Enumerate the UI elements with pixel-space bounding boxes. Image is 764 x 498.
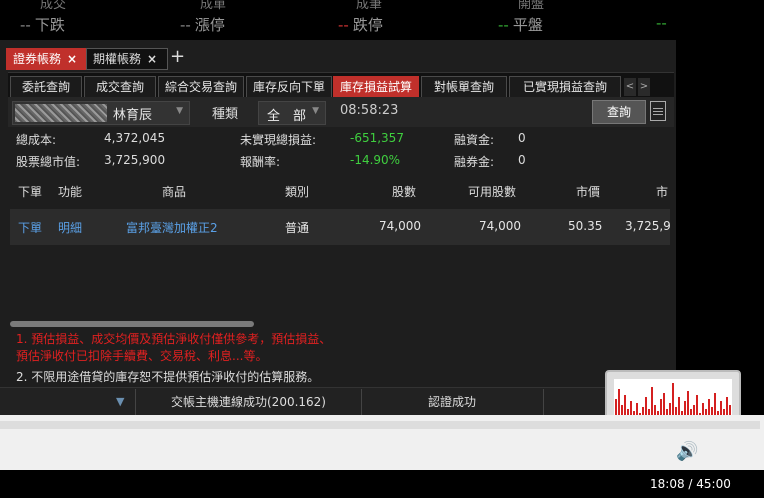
- ticker-dash: --: [20, 16, 31, 34]
- query-bar: 林育辰 ▼ 種類 全 部 ▼ 08:58:23 查詢: [8, 97, 674, 127]
- tab-options-account[interactable]: 期權帳務 ×: [86, 48, 168, 70]
- account-select[interactable]: 林育辰 ▼: [12, 101, 190, 125]
- order-link[interactable]: 下單: [18, 219, 42, 236]
- ticker-dash: --: [338, 16, 349, 34]
- ticker-header: 成筆: [356, 0, 383, 12]
- note-line: 2. 不限用途借貸的庫存恕不提供預估淨收付的估算服務。: [16, 370, 320, 384]
- chevron-right-icon[interactable]: >: [638, 78, 650, 96]
- detail-link[interactable]: 明細: [58, 219, 82, 236]
- right-gutter: [676, 0, 764, 415]
- note-line: 1. 預估損益、成交均價及預估淨收付僅供參考，預估損益、: [16, 332, 332, 346]
- return-label: 報酬率:: [240, 155, 281, 169]
- tab-securities-account[interactable]: 證券帳務 ×: [6, 48, 88, 70]
- tab-fill-query[interactable]: 成交查詢: [84, 76, 156, 98]
- query-time: 08:58:23: [340, 103, 399, 118]
- kind-label: 種類: [212, 107, 239, 122]
- col-header-function[interactable]: 功能: [58, 183, 82, 200]
- kind-select[interactable]: 全 部 ▼: [258, 101, 326, 125]
- ticker-header: 成單: [200, 0, 227, 12]
- tab-label: 期權帳務: [93, 52, 142, 66]
- ticker-label: 漲停: [194, 16, 225, 34]
- speaker-icon[interactable]: 🔊: [676, 441, 698, 462]
- auth-status: 認證成功: [361, 389, 544, 415]
- col-header-category[interactable]: 類別: [285, 183, 309, 200]
- margin-value: 0: [518, 131, 526, 145]
- short-value: 0: [518, 153, 526, 167]
- product-link[interactable]: 富邦臺灣加權正2: [126, 219, 218, 236]
- market-value-cell: 3,725,90: [625, 219, 671, 233]
- col-header-order[interactable]: 下單: [18, 183, 42, 200]
- ticker-label: 跌停: [352, 16, 383, 34]
- connection-status: 交帳主機連線成功(200.162): [135, 389, 362, 415]
- ticker-dash: --: [180, 16, 191, 34]
- return-value: -14.90%: [350, 153, 401, 167]
- ticker-label: 平盤: [512, 16, 543, 34]
- print-icon[interactable]: [650, 101, 666, 121]
- col-header-available-shares[interactable]: 可用股數: [468, 183, 516, 200]
- ticker-item-limit-up: -- 漲停: [180, 14, 225, 35]
- col-header-price[interactable]: 市價: [576, 183, 600, 200]
- ticker-item-down: -- 下跌: [20, 14, 65, 35]
- col-header-shares[interactable]: 股數: [392, 183, 416, 200]
- playback-time: 18:08 / 45:00: [650, 477, 731, 491]
- margin-label: 融資金:: [454, 133, 495, 147]
- tab-pnl-estimate[interactable]: 庫存損益試算: [333, 76, 419, 98]
- ticker-dash: --: [498, 16, 509, 34]
- col-header-market-value[interactable]: 市: [656, 183, 668, 200]
- shares-cell: 74,000: [379, 219, 421, 233]
- market-value: 3,725,900: [104, 153, 166, 167]
- ticker-label: 下跌: [34, 16, 65, 34]
- short-label: 融券金:: [454, 155, 495, 169]
- ticker-dash: --: [656, 14, 667, 32]
- horizontal-scrollbar[interactable]: [10, 321, 254, 327]
- query-button[interactable]: 查詢: [592, 100, 646, 124]
- tab-order-query[interactable]: 委託查詢: [10, 76, 82, 98]
- col-header-product[interactable]: 商品: [162, 183, 186, 200]
- ticker-item-flat: -- 平盤: [498, 14, 543, 35]
- note-line: 預估淨收付已扣除手續費、交易稅、利息...等。: [16, 349, 268, 363]
- category-cell: 普通: [285, 221, 310, 235]
- caret-down-icon: ▼: [312, 106, 319, 116]
- ticker-item-limit-down: -- 跌停: [338, 14, 383, 35]
- tab-combined-query[interactable]: 綜合交易查詢: [158, 76, 244, 98]
- disclaimer-notes: 1. 預估損益、成交均價及預估淨收付僅供參考，預估損益、 預估淨收付已扣除手續費…: [16, 331, 331, 386]
- price-cell: 50.35: [568, 219, 603, 233]
- plus-icon[interactable]: +: [170, 46, 185, 67]
- ticker-item-extra: --: [656, 14, 671, 32]
- account-name: 林育辰: [113, 108, 153, 123]
- tab-realized-pnl[interactable]: 已實現損益查詢: [509, 76, 621, 98]
- kind-value: 全 部: [267, 109, 307, 124]
- total-cost-label: 總成本:: [16, 133, 57, 147]
- ticker-header: 成交: [40, 0, 67, 12]
- unrealized-label: 未實現總損益:: [240, 133, 317, 147]
- market-ticker: 成交 成單 成筆 開盤 -- 下跌 -- 漲停 -- 跌停 -- 平盤 --: [0, 0, 676, 40]
- caret-down-icon: ▼: [176, 106, 183, 116]
- available-shares-cell: 74,000: [479, 219, 521, 233]
- function-tabbar: 委託查詢 成交查詢 綜合交易查詢 庫存反向下單 庫存損益試算 對帳單查詢 已實現…: [8, 72, 674, 99]
- window-bottom-frame: [0, 415, 764, 470]
- ticker-header: 開盤: [518, 0, 545, 12]
- caret-down-icon[interactable]: ▼: [116, 395, 124, 408]
- tab-reverse-order[interactable]: 庫存反向下單: [246, 76, 332, 98]
- close-icon[interactable]: ×: [67, 52, 77, 66]
- market-value-label: 股票總市值:: [16, 155, 81, 169]
- close-icon[interactable]: ×: [147, 52, 157, 66]
- unrealized-value: -651,357: [350, 131, 404, 145]
- tab-label: 證券帳務: [13, 52, 62, 66]
- frame-strip: [0, 421, 760, 429]
- total-cost-value: 4,372,045: [104, 131, 166, 145]
- tab-statement-query[interactable]: 對帳單查詢: [421, 76, 507, 98]
- masked-account-number: [15, 104, 107, 122]
- chevron-left-icon[interactable]: <: [624, 78, 636, 96]
